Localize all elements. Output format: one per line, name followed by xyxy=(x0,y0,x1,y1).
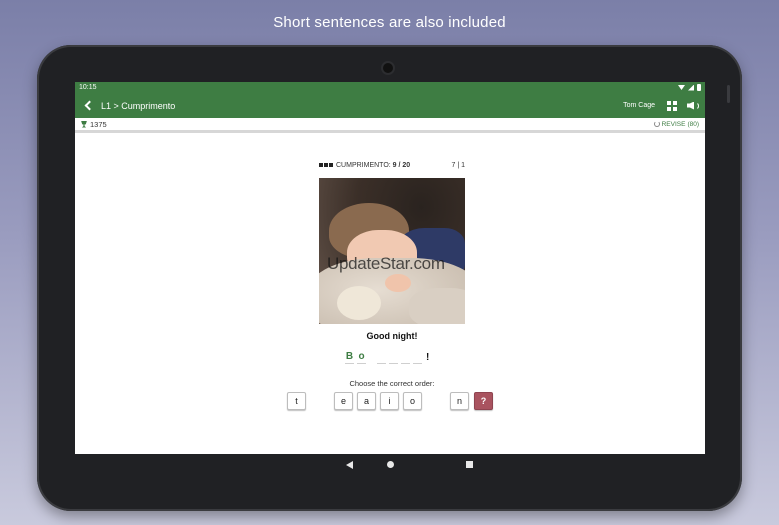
progress-label: CUMPRIMENTO: xyxy=(336,162,391,169)
home-circle-icon[interactable] xyxy=(387,461,394,468)
letter-tile[interactable]: i xyxy=(380,392,399,410)
score: 1375 xyxy=(81,120,107,129)
toolbar: L1 > Cumprimento Tom Cage xyxy=(75,93,705,118)
exercise-counter: 7 | 1 xyxy=(451,162,466,169)
system-nav-bar xyxy=(75,454,705,476)
progress-label-group: CUMPRIMENTO: 9 / 20 xyxy=(319,162,410,169)
answer-slot: o xyxy=(357,351,366,364)
letter-tile[interactable]: e xyxy=(334,392,353,410)
back-triangle-icon[interactable] xyxy=(346,461,353,469)
trophy-icon xyxy=(81,120,87,128)
answer-slot-empty: _ xyxy=(389,351,398,364)
signal-icon xyxy=(688,84,694,91)
letter-tile[interactable]: o xyxy=(403,392,422,410)
breadcrumb: L1 > Cumprimento xyxy=(101,100,176,111)
battery-icon xyxy=(697,84,701,91)
tablet-frame: 10:15 L1 > Cumprimento Tom Cage 1375 REV… xyxy=(37,45,742,511)
status-bar: 10:15 xyxy=(75,82,705,93)
answer-punctuation: ! xyxy=(426,352,430,363)
progress-value: 9 / 20 xyxy=(392,162,411,169)
score-value: 1375 xyxy=(90,119,107,129)
recents-square-icon[interactable] xyxy=(466,461,473,468)
progress-dots-icon xyxy=(319,163,333,168)
answer-slot-empty: _ xyxy=(413,351,422,364)
camera-icon xyxy=(383,63,393,73)
score-bar: 1375 REVISE (80) xyxy=(75,118,705,133)
letter-tile[interactable]: t xyxy=(287,392,306,410)
image-watermark: UpdateStar.com xyxy=(327,254,445,273)
exercise-progress: CUMPRIMENTO: 9 / 20 7 | 1 xyxy=(319,162,465,169)
wifi-icon xyxy=(678,85,685,90)
letter-tiles: t e a i o n ? xyxy=(75,392,705,412)
answer-field[interactable]: B o _ _ _ _ ! xyxy=(345,350,445,364)
app-bar: 10:15 L1 > Cumprimento Tom Cage xyxy=(75,82,705,118)
status-icons xyxy=(678,84,701,91)
letter-tile[interactable]: n xyxy=(450,392,469,410)
letter-tile[interactable]: a xyxy=(357,392,376,410)
back-arrow-icon[interactable] xyxy=(81,99,95,113)
status-time: 10:15 xyxy=(79,84,97,91)
refresh-icon xyxy=(653,121,660,127)
answer-slot-empty: _ xyxy=(401,351,410,364)
answer-slot: B xyxy=(345,351,354,364)
exercise-image: UpdateStar.com xyxy=(319,178,465,324)
grid-icon[interactable] xyxy=(667,100,677,111)
instruction-text: Choose the correct order: xyxy=(349,379,435,388)
side-button xyxy=(727,85,730,103)
user-name[interactable]: Tom Cage xyxy=(623,102,655,109)
screenshot-caption: Short sentences are also included xyxy=(273,14,506,31)
speaker-icon[interactable] xyxy=(687,101,699,111)
app-screen: 10:15 L1 > Cumprimento Tom Cage 1375 REV… xyxy=(75,82,705,454)
hint-button[interactable]: ? xyxy=(474,392,493,410)
revise-button[interactable]: REVISE (80) xyxy=(653,120,699,128)
revise-count: (80) xyxy=(687,120,699,128)
answer-slot-empty: _ xyxy=(377,351,386,364)
revise-label: REVISE xyxy=(661,120,686,128)
prompt-text: Good night! xyxy=(366,331,418,341)
